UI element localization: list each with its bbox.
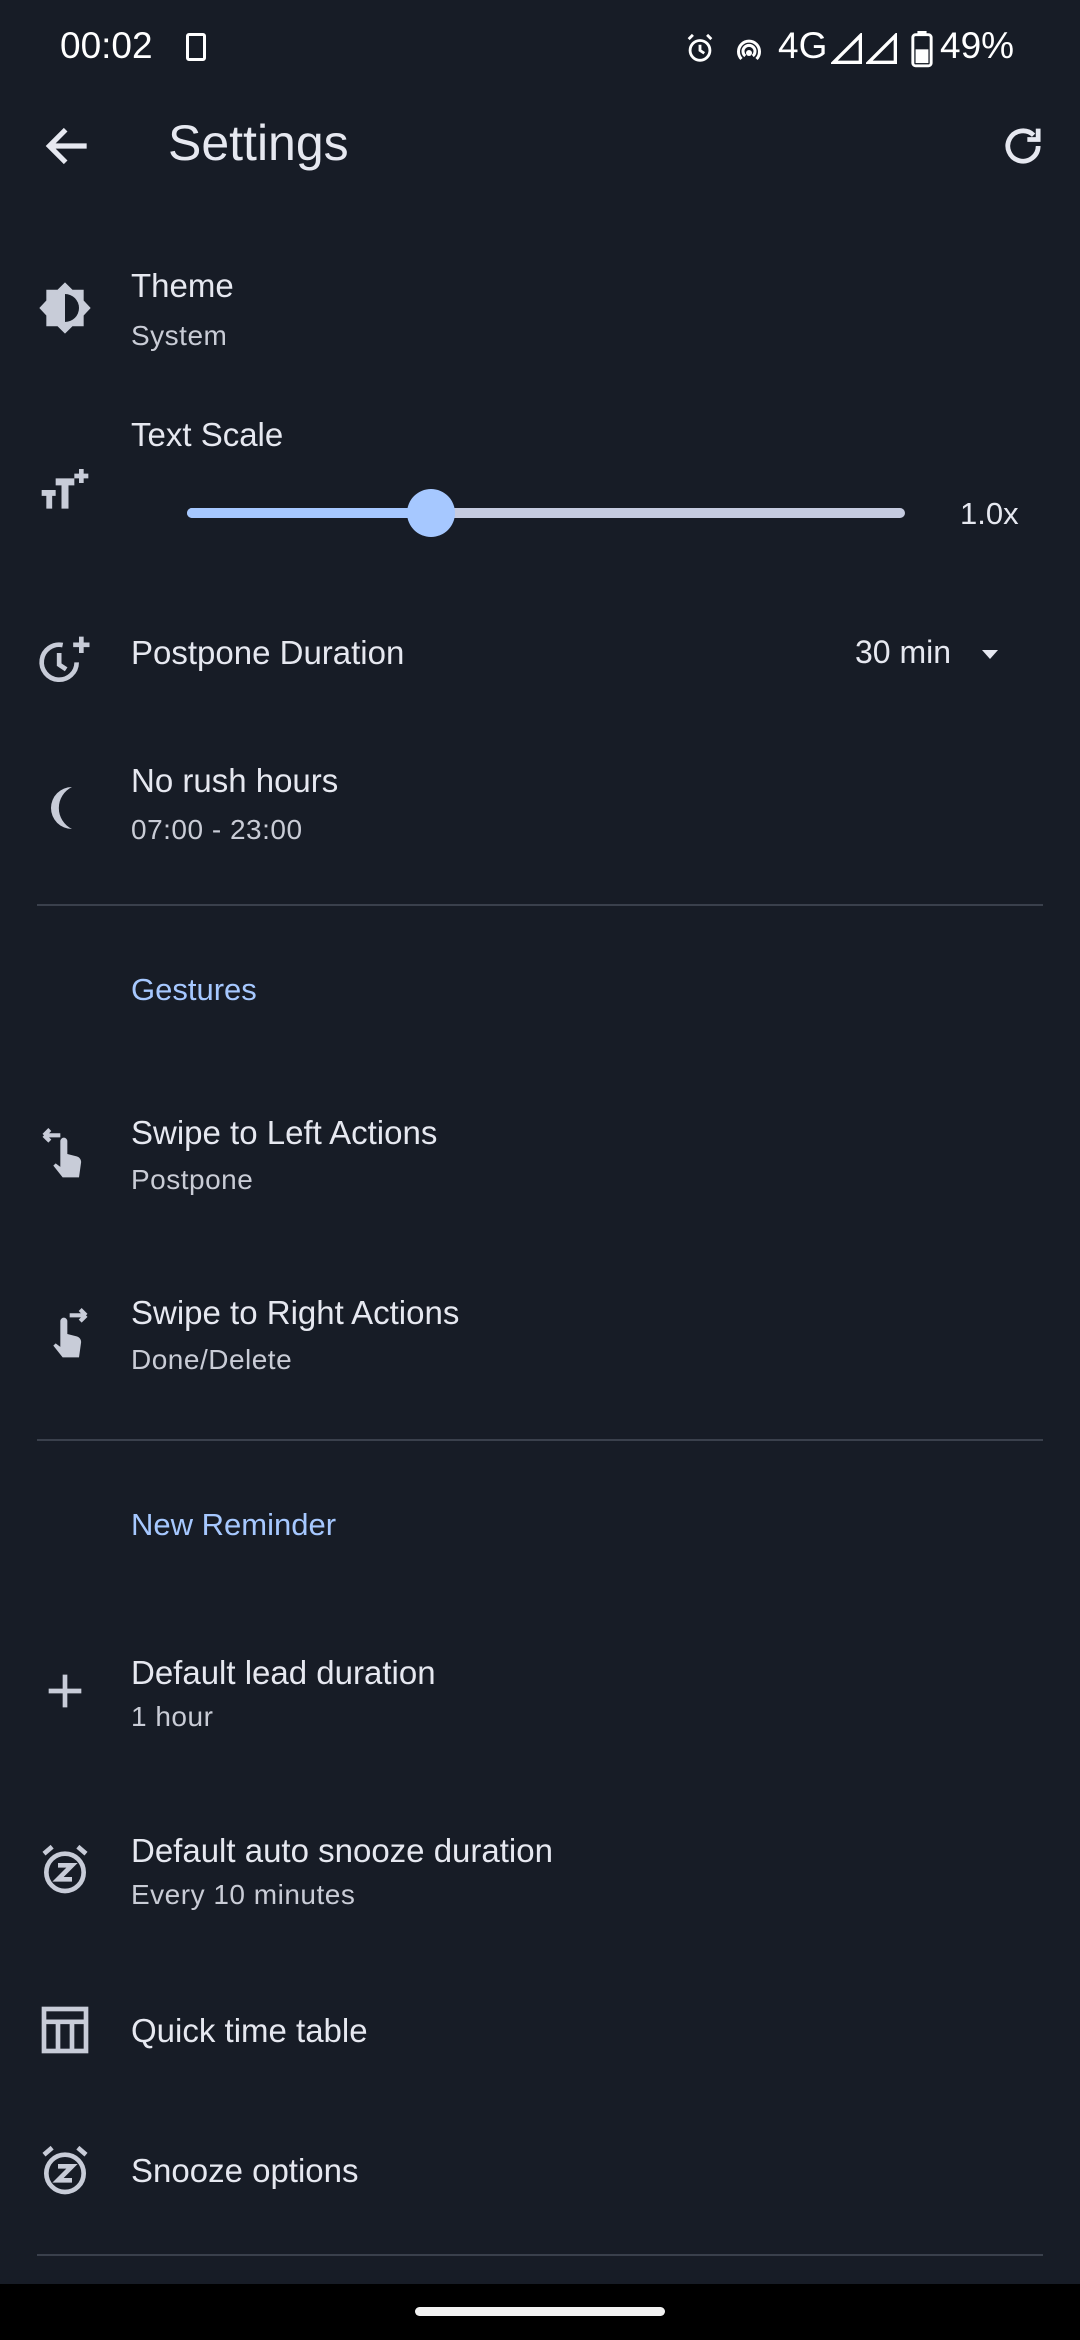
setting-snooze-options[interactable]: Snooze options bbox=[0, 2130, 1080, 2210]
setting-text-scale: Text Scale 1.0x bbox=[0, 400, 1080, 570]
refresh-icon[interactable] bbox=[997, 120, 1049, 172]
setting-default-auto-snooze[interactable]: Default auto snooze duration Every 10 mi… bbox=[0, 1818, 1080, 1928]
signal-icon bbox=[864, 31, 898, 65]
text-size-icon bbox=[37, 462, 93, 518]
setting-title: No rush hours bbox=[131, 762, 339, 799]
battery-level: 49% bbox=[940, 25, 1015, 66]
setting-value: System bbox=[131, 320, 228, 351]
slider-active-track bbox=[187, 508, 432, 518]
setting-theme[interactable]: Theme System bbox=[0, 250, 1080, 370]
setting-value: 1 hour bbox=[131, 1701, 214, 1732]
setting-postpone-duration[interactable]: Postpone Duration 30 min bbox=[0, 610, 1080, 710]
moon-icon bbox=[37, 780, 93, 836]
setting-value: 07:00 - 23:00 bbox=[131, 814, 303, 845]
setting-title: Default lead duration bbox=[131, 1654, 436, 1691]
signal-icon bbox=[829, 31, 863, 65]
setting-title: Text Scale bbox=[131, 416, 284, 453]
setting-title: Swipe to Right Actions bbox=[131, 1294, 460, 1331]
postpone-value: 30 min bbox=[855, 634, 952, 670]
text-scale-slider[interactable] bbox=[187, 489, 905, 537]
slider-thumb[interactable] bbox=[407, 489, 456, 537]
setting-quick-time-table[interactable]: Quick time table bbox=[0, 1990, 1080, 2070]
plus-icon bbox=[37, 1663, 93, 1719]
section-header-gestures: Gestures bbox=[131, 972, 257, 1007]
setting-title: Quick time table bbox=[131, 2012, 368, 2049]
setting-title: Default auto snooze duration bbox=[131, 1832, 553, 1869]
table-icon bbox=[37, 2002, 93, 2058]
setting-title: Swipe to Left Actions bbox=[131, 1114, 438, 1151]
sim-icon bbox=[186, 33, 206, 61]
home-gesture-handle[interactable] bbox=[415, 2307, 665, 2316]
swipe-left-icon bbox=[37, 1126, 93, 1182]
postpone-dropdown[interactable]: 30 min bbox=[850, 630, 1010, 684]
snooze-icon bbox=[37, 2143, 93, 2199]
setting-no-rush-hours[interactable]: No rush hours 07:00 - 23:00 bbox=[0, 750, 1080, 870]
status-time: 00:02 bbox=[60, 25, 153, 66]
divider bbox=[37, 904, 1043, 906]
setting-value: Every 10 minutes bbox=[131, 1879, 356, 1910]
brightness-icon bbox=[37, 280, 93, 336]
chevron-down-icon bbox=[978, 642, 1002, 666]
page-title: Settings bbox=[168, 115, 349, 171]
setting-swipe-right[interactable]: Swipe to Right Actions Done/Delete bbox=[0, 1280, 1080, 1390]
hotspot-icon bbox=[731, 32, 767, 66]
alarm-icon bbox=[683, 32, 717, 66]
swipe-right-icon bbox=[37, 1306, 93, 1362]
clock-plus-icon bbox=[37, 632, 93, 688]
divider bbox=[37, 2254, 1043, 2256]
setting-value: Postpone bbox=[131, 1164, 254, 1195]
snooze-icon bbox=[37, 1842, 93, 1898]
setting-title: Theme bbox=[131, 267, 234, 304]
battery-icon bbox=[911, 31, 933, 68]
setting-title: Postpone Duration bbox=[131, 634, 405, 671]
navigation-bar bbox=[0, 2284, 1080, 2340]
divider bbox=[37, 1439, 1043, 1441]
setting-value: Done/Delete bbox=[131, 1344, 293, 1375]
text-scale-value: 1.0x bbox=[960, 496, 1019, 531]
network-type: 4G bbox=[778, 25, 828, 66]
setting-title: Snooze options bbox=[131, 2152, 359, 2189]
back-arrow-icon[interactable] bbox=[40, 118, 96, 174]
section-header-new-reminder: New Reminder bbox=[131, 1507, 337, 1542]
setting-default-lead-duration[interactable]: Default lead duration 1 hour bbox=[0, 1640, 1080, 1750]
setting-swipe-left[interactable]: Swipe to Left Actions Postpone bbox=[0, 1100, 1080, 1210]
